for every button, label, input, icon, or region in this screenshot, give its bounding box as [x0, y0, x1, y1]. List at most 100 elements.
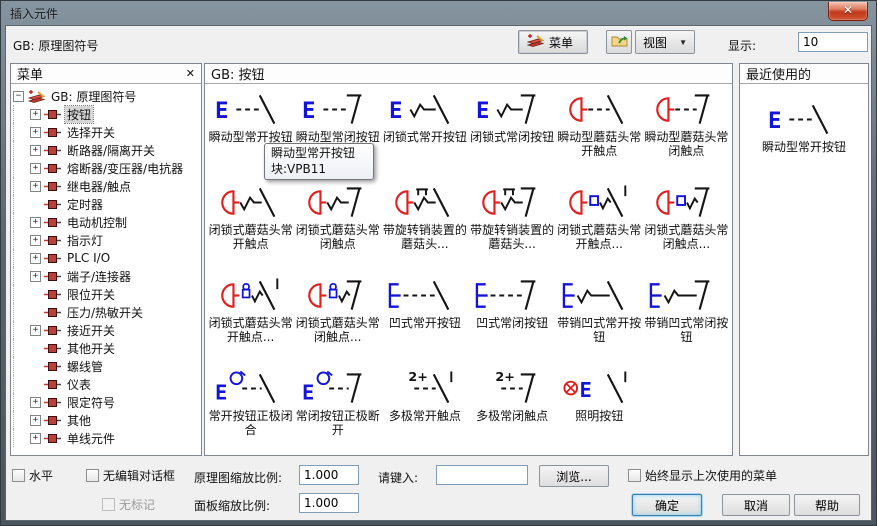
- title-bar[interactable]: 插入元件 ✕: [1, 1, 876, 25]
- symbol-cell[interactable]: 闭锁式蘑菇头常闭触点: [294, 181, 381, 269]
- tree-root[interactable]: −GB: 原理图符号: [13, 87, 199, 105]
- component-icon: [44, 272, 62, 281]
- expand-icon[interactable]: +: [30, 415, 41, 426]
- view-dropdown[interactable]: 视图 ▼: [635, 30, 695, 54]
- symbol-cell[interactable]: 闭锁式蘑菇头常开触点: [207, 181, 294, 269]
- tree-item-label: 端子/连接器: [65, 268, 133, 285]
- tree-item[interactable]: 压力/热敏开关: [13, 303, 199, 321]
- component-icon: [44, 416, 62, 425]
- panel-scale-input[interactable]: [299, 493, 359, 513]
- schematic-scale-input[interactable]: [299, 465, 359, 485]
- expand-icon[interactable]: +: [30, 181, 41, 192]
- tree-item[interactable]: +按钮: [13, 105, 199, 123]
- symbol-label: 瞬动型蘑菇头常开触点: [556, 131, 643, 159]
- tree-item[interactable]: +选择开关: [13, 123, 199, 141]
- tree-item[interactable]: 螺线管: [13, 357, 199, 375]
- tree-connector: [13, 249, 27, 267]
- symbol-cell[interactable]: 2+多极常闭触点: [468, 367, 555, 455]
- display-count-label: 显示:: [728, 37, 756, 54]
- symbol-cell[interactable]: 带销凹式常开按钮: [556, 274, 643, 362]
- tree-item[interactable]: +接近开关: [13, 321, 199, 339]
- folder-up-icon: [611, 33, 628, 51]
- expand-icon[interactable]: +: [30, 217, 41, 228]
- symbol-cell[interactable]: 闭锁式蘑菇头常开触点...: [556, 181, 643, 269]
- browse-button[interactable]: 浏览...: [539, 465, 609, 487]
- tree-item[interactable]: + 端子/连接器: [13, 267, 199, 285]
- expand-icon[interactable]: +: [30, 127, 41, 138]
- tree-item-label: 仪表: [65, 376, 93, 393]
- expand-icon[interactable]: +: [30, 433, 41, 444]
- symbol-label: 常开按钮正极闭合: [207, 410, 294, 438]
- window-close-button[interactable]: ✕: [828, 2, 868, 21]
- expand-icon[interactable]: +: [30, 145, 41, 156]
- checkbox-box[interactable]: [628, 469, 641, 482]
- checkbox-box[interactable]: [86, 469, 99, 482]
- symbol-cell[interactable]: 2+多极常开触点: [381, 367, 468, 455]
- menu-button-label: 菜单: [549, 34, 573, 51]
- tree-item[interactable]: +其他: [13, 411, 199, 429]
- checkbox-box[interactable]: [12, 469, 25, 482]
- recent-symbol-cell[interactable]: E瞬动型常开按钮: [762, 98, 846, 186]
- menu-button[interactable]: 菜单: [518, 30, 588, 54]
- collapse-icon[interactable]: −: [13, 91, 24, 102]
- tree-item[interactable]: 其他开关: [13, 339, 199, 357]
- tree-item-label: 其他开关: [65, 340, 117, 357]
- expand-icon[interactable]: +: [30, 271, 41, 282]
- tree-connector: [13, 123, 27, 141]
- menu-panel-close-icon[interactable]: ✕: [186, 68, 195, 79]
- tree-item[interactable]: +单线元件: [13, 429, 199, 447]
- expand-icon[interactable]: +: [30, 235, 41, 246]
- symbol-cell[interactable]: E照明按钮: [556, 367, 643, 455]
- symbol-cell[interactable]: 瞬动型蘑菇头常开触点: [556, 88, 643, 176]
- symbol-cell[interactable]: 闭锁式蘑菇头常开触点...: [207, 274, 294, 362]
- symbol-cell[interactable]: 凹式常开按钮: [381, 274, 468, 362]
- cancel-button[interactable]: 取消: [722, 494, 790, 516]
- symbol-label: 闭锁式蘑菇头常闭触点...: [294, 317, 381, 345]
- tree-connector: [13, 105, 27, 123]
- tree-item[interactable]: +PLC I/O: [13, 249, 199, 267]
- expand-icon[interactable]: +: [30, 163, 41, 174]
- menu-books-icon: [526, 33, 545, 52]
- horizontal-checkbox[interactable]: 水平: [12, 467, 53, 484]
- type-it-input[interactable]: [436, 465, 528, 485]
- no-edit-dialog-checkbox[interactable]: 无编辑对话框: [86, 467, 175, 484]
- always-show-checkbox[interactable]: 始终显示上次使用的菜单: [628, 467, 777, 484]
- tree-item[interactable]: +限定符号: [13, 393, 199, 411]
- symbol-cell[interactable]: E常开按钮正极闭合: [207, 367, 294, 455]
- component-icon: [44, 200, 62, 209]
- tree-item[interactable]: +断路器/隔离开关: [13, 141, 199, 159]
- expand-icon[interactable]: +: [30, 109, 41, 120]
- symbol-cell[interactable]: 瞬动型蘑菇头常闭触点: [643, 88, 730, 176]
- component-icon: [44, 308, 62, 317]
- tree-item[interactable]: +指示灯: [13, 231, 199, 249]
- symbol-cell[interactable]: 凹式常闭按钮: [468, 274, 555, 362]
- symbol-cell[interactable]: 闭锁式蘑菇头常闭触点...: [294, 274, 381, 362]
- tree-item[interactable]: 仪表: [13, 375, 199, 393]
- symbol-glyph: [648, 183, 724, 223]
- help-button[interactable]: 帮助: [794, 494, 860, 516]
- display-count-input[interactable]: [798, 32, 868, 52]
- tree-item[interactable]: + 继电器/触点: [13, 177, 199, 195]
- svg-text:E: E: [580, 378, 592, 402]
- symbol-cell[interactable]: E闭锁式常闭按钮: [468, 88, 555, 176]
- symbol-cell[interactable]: 带销凹式常闭按钮: [643, 274, 730, 362]
- ok-button[interactable]: 确定: [632, 494, 702, 516]
- symbol-cell[interactable]: 带旋转销装置的蘑菇头...: [468, 181, 555, 269]
- tree-item[interactable]: +熔断器/变压器/电抗器: [13, 159, 199, 177]
- menu-up-button[interactable]: [606, 30, 632, 54]
- symbol-cell[interactable]: 闭锁式蘑菇头常闭触点...: [643, 181, 730, 269]
- tree-item-label: 继电器/触点: [65, 178, 133, 195]
- symbol-label: 带旋转销装置的蘑菇头...: [381, 224, 468, 252]
- expand-icon[interactable]: +: [30, 253, 41, 264]
- recent-list: E瞬动型常开按钮: [740, 84, 868, 186]
- symbol-glyph: E: [213, 369, 289, 409]
- expand-icon[interactable]: +: [30, 325, 41, 336]
- tree-item[interactable]: 定时器: [13, 195, 199, 213]
- tree-item[interactable]: 限位开关: [13, 285, 199, 303]
- symbol-cell[interactable]: E闭锁式常开按钮: [381, 88, 468, 176]
- schematic-scale-label: 原理图缩放比例:: [194, 469, 282, 486]
- expand-icon[interactable]: +: [30, 397, 41, 408]
- symbol-cell[interactable]: 带旋转销装置的蘑菇头...: [381, 181, 468, 269]
- symbol-cell[interactable]: E常闭按钮正极断开: [294, 367, 381, 455]
- tree-item[interactable]: +电动机控制: [13, 213, 199, 231]
